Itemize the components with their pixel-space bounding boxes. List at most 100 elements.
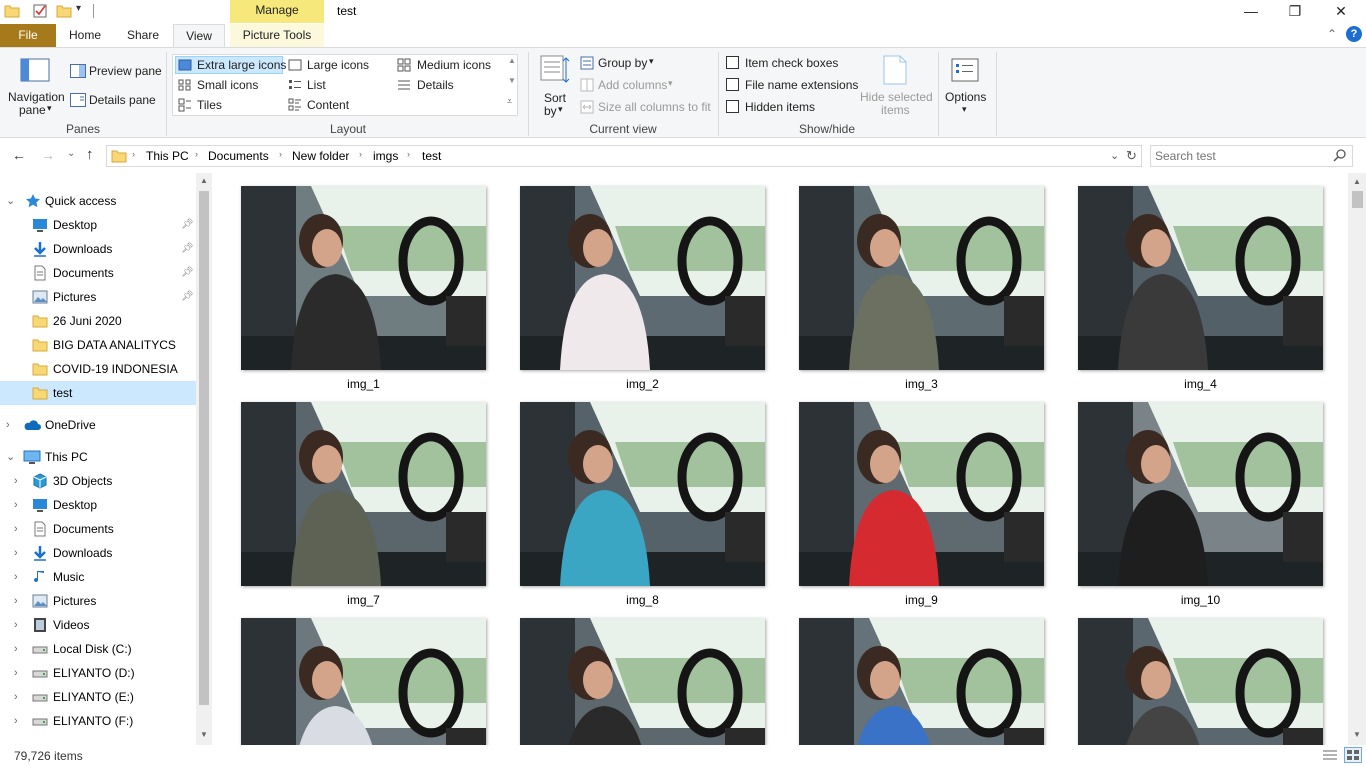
back-arrow-icon[interactable]: ←: [12, 147, 26, 163]
chevron-right-icon[interactable]: ›: [14, 469, 18, 493]
scroll-up-icon[interactable]: ▲: [508, 56, 516, 65]
tab-home[interactable]: Home: [60, 24, 110, 47]
preview-pane-button[interactable]: Preview pane: [89, 64, 162, 78]
nav-pc-item[interactable]: › ELIYANTO (D:): [0, 661, 196, 685]
layout-medium-icons[interactable]: Medium icons: [417, 58, 491, 72]
layout-large-icons[interactable]: Large icons: [307, 58, 369, 72]
scroll-down-icon[interactable]: ▼: [200, 730, 208, 739]
scroll-up-icon[interactable]: ▲: [1353, 177, 1361, 186]
image-thumbnail[interactable]: [799, 618, 1044, 745]
nav-this-pc[interactable]: ⌄ This PC: [0, 445, 196, 469]
layout-small-icons[interactable]: Small icons: [197, 78, 258, 92]
navigation-pane-label2[interactable]: pane: [19, 103, 46, 117]
content-scroll-thumb[interactable]: [1352, 191, 1363, 208]
nav-quick-item[interactable]: Pictures 📌︎: [0, 285, 196, 309]
nav-pc-item[interactable]: › Downloads: [0, 541, 196, 565]
nav-quick-item[interactable]: test: [0, 381, 196, 405]
properties-icon[interactable]: [32, 3, 48, 19]
chevron-right-icon[interactable]: ›: [14, 613, 18, 637]
item-check-boxes-checkbox[interactable]: [726, 56, 739, 69]
pin-icon[interactable]: 📌︎: [181, 261, 194, 285]
layout-content[interactable]: Content: [307, 98, 349, 112]
breadcrumb-documents[interactable]: Documents: [208, 149, 269, 163]
tab-picture-tools[interactable]: Picture Tools: [230, 24, 324, 47]
customize-quick-access-icon[interactable]: ▾: [76, 3, 92, 19]
layout-tiles[interactable]: Tiles: [197, 98, 222, 112]
search-box[interactable]: [1150, 145, 1353, 167]
sort-by-label2[interactable]: by: [544, 104, 557, 118]
refresh-icon[interactable]: ↻: [1126, 148, 1137, 164]
chevron-down-icon[interactable]: ⌄: [6, 445, 15, 469]
chevron-down-icon[interactable]: ⌄: [6, 189, 15, 213]
image-thumbnail[interactable]: [241, 618, 486, 745]
size-all-columns-button[interactable]: Size all columns to fit: [598, 100, 711, 114]
nav-quick-item[interactable]: BIG DATA ANALITYCS: [0, 333, 196, 357]
chevron-right-icon[interactable]: ›: [14, 661, 18, 685]
chevron-right-icon[interactable]: ›: [359, 149, 362, 159]
sort-by-button[interactable]: Sort: [544, 91, 566, 105]
chevron-right-icon[interactable]: ›: [195, 149, 198, 159]
add-columns-button[interactable]: Add columns: [598, 78, 667, 92]
layout-list[interactable]: List: [307, 78, 326, 92]
scroll-down-icon[interactable]: ▼: [508, 76, 516, 85]
chevron-right-icon[interactable]: ›: [14, 517, 18, 541]
hidden-items-label[interactable]: Hidden items: [745, 100, 815, 114]
image-thumbnail[interactable]: [799, 186, 1044, 370]
nav-quick-item[interactable]: COVID-19 INDONESIA: [0, 357, 196, 381]
nav-scroll-thumb[interactable]: [199, 191, 209, 705]
more-layouts-icon[interactable]: ⩡: [507, 96, 512, 107]
scroll-up-icon[interactable]: ▲: [200, 176, 208, 185]
address-dropdown-icon[interactable]: ⌄: [1110, 149, 1119, 162]
nav-pc-item[interactable]: › ELIYANTO (E:): [0, 685, 196, 709]
pin-icon[interactable]: 📌︎: [181, 213, 194, 237]
close-button[interactable]: ✕: [1318, 0, 1364, 24]
nav-quick-item[interactable]: Documents 📌︎: [0, 261, 196, 285]
nav-pc-item[interactable]: › Desktop: [0, 493, 196, 517]
chevron-right-icon[interactable]: ›: [14, 685, 18, 709]
chevron-right-icon[interactable]: ›: [6, 413, 10, 437]
image-thumbnail[interactable]: [799, 402, 1044, 586]
maximize-button[interactable]: ❐: [1272, 0, 1318, 24]
options-button[interactable]: Options: [945, 90, 986, 104]
minimize-button[interactable]: —: [1228, 0, 1274, 24]
nav-pc-item[interactable]: › ELIYANTO (F:): [0, 709, 196, 733]
recent-locations-icon[interactable]: ⌄: [67, 148, 75, 159]
content-scrollbar[interactable]: ▲ ▼: [1348, 173, 1366, 745]
up-arrow-icon[interactable]: ↑: [86, 146, 94, 163]
chevron-right-icon[interactable]: ›: [407, 149, 410, 159]
breadcrumb-imgs[interactable]: imgs: [373, 149, 398, 163]
details-view-icon[interactable]: [1322, 748, 1338, 765]
nav-quick-access[interactable]: ⌄ Quick access: [0, 189, 196, 213]
image-thumbnail[interactable]: [520, 186, 765, 370]
details-pane-button[interactable]: Details pane: [89, 93, 156, 107]
file-name-extensions-checkbox[interactable]: [726, 78, 739, 91]
hide-selected-items-button[interactable]: Hide selected: [860, 90, 933, 104]
search-input[interactable]: [1155, 148, 1325, 164]
chevron-right-icon[interactable]: ›: [14, 709, 18, 733]
navigation-pane-button[interactable]: Navigation: [8, 90, 65, 104]
new-folder-icon[interactable]: [56, 3, 72, 19]
breadcrumb-new-folder[interactable]: New folder: [292, 149, 349, 163]
hide-selected-items-label2[interactable]: items: [881, 103, 910, 117]
nav-pc-item[interactable]: › Videos: [0, 613, 196, 637]
help-icon[interactable]: ?: [1346, 26, 1362, 42]
group-by-button[interactable]: Group by: [598, 56, 647, 70]
layout-details[interactable]: Details: [417, 78, 454, 92]
forward-arrow-icon[interactable]: →: [41, 147, 55, 163]
chevron-right-icon[interactable]: ›: [14, 565, 18, 589]
chevron-right-icon[interactable]: ›: [132, 149, 135, 159]
nav-quick-item[interactable]: Desktop 📌︎: [0, 213, 196, 237]
chevron-right-icon[interactable]: ›: [14, 637, 18, 661]
image-thumbnail[interactable]: [1078, 618, 1323, 745]
nav-quick-item[interactable]: Downloads 📌︎: [0, 237, 196, 261]
collapse-ribbon-icon[interactable]: ⌃: [1327, 27, 1337, 41]
scroll-down-icon[interactable]: ▼: [1353, 730, 1361, 739]
nav-quick-item[interactable]: 26 Juni 2020: [0, 309, 196, 333]
image-thumbnail[interactable]: [520, 402, 765, 586]
tab-view[interactable]: View: [173, 24, 225, 47]
hidden-items-checkbox[interactable]: [726, 100, 739, 113]
manage-tab[interactable]: Manage: [230, 0, 324, 23]
tab-file[interactable]: File: [0, 24, 56, 47]
layout-extra-large-icons[interactable]: Extra large icons: [197, 58, 286, 72]
pin-icon[interactable]: 📌︎: [181, 285, 194, 309]
